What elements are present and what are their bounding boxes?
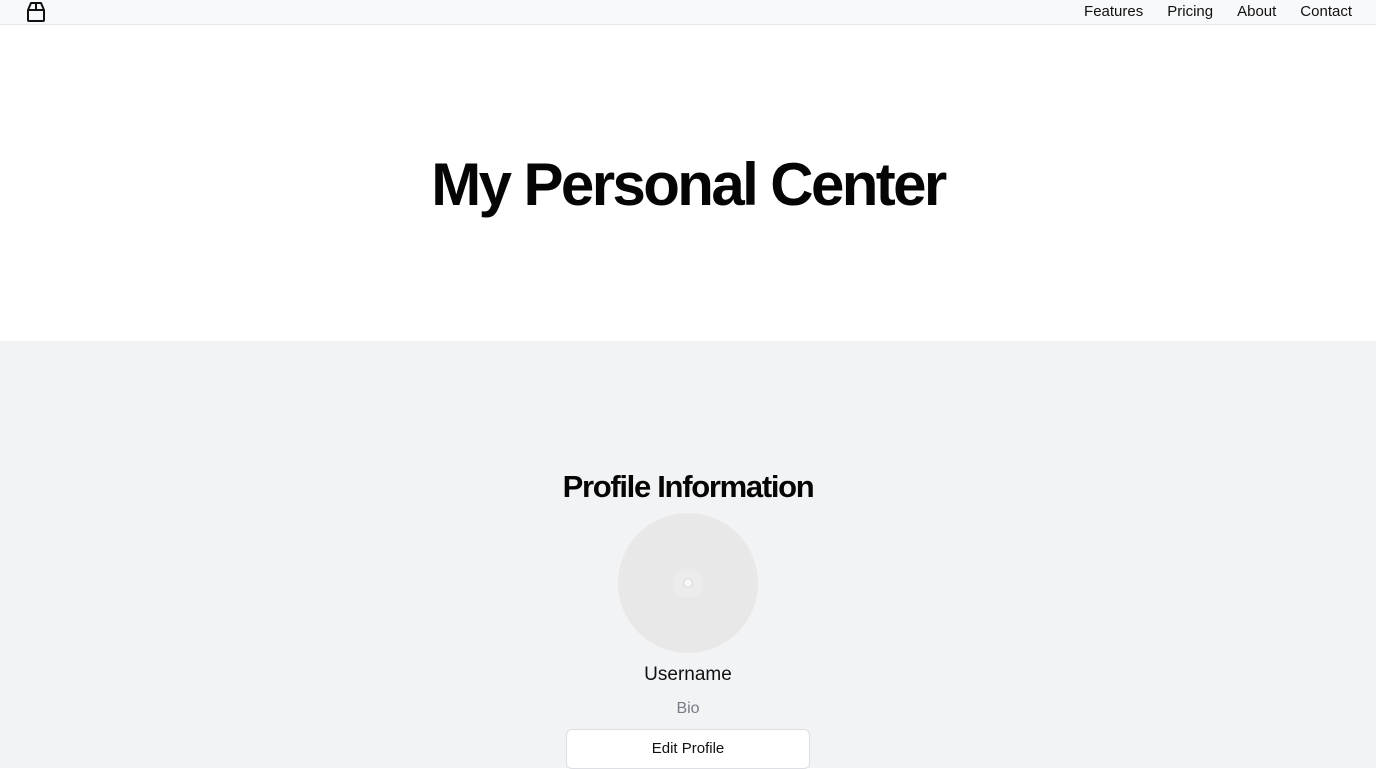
page-title: My Personal Center xyxy=(431,151,947,218)
avatar xyxy=(618,513,758,653)
nav-link-pricing[interactable]: Pricing xyxy=(1167,0,1213,24)
bio: Bio xyxy=(676,700,700,717)
logo[interactable] xyxy=(24,1,48,23)
avatar-placeholder-icon xyxy=(673,568,703,598)
shopping-bag-icon xyxy=(27,2,45,22)
edit-profile-button[interactable]: Edit Profile xyxy=(566,729,810,769)
profile-section-title: Profile Information xyxy=(562,469,815,504)
profile-information-section: Profile Information Username Bio Edit Pr… xyxy=(0,341,1376,769)
nav-link-about[interactable]: About xyxy=(1237,0,1276,24)
top-navigation-bar: Features Pricing About Contact xyxy=(0,0,1376,25)
avatar-placeholder-dot xyxy=(683,578,693,588)
username: Username xyxy=(644,664,732,685)
main-nav: Features Pricing About Contact xyxy=(1084,0,1352,24)
nav-link-features[interactable]: Features xyxy=(1084,0,1143,24)
hero-section: My Personal Center xyxy=(0,25,1376,341)
nav-link-contact[interactable]: Contact xyxy=(1300,0,1352,24)
